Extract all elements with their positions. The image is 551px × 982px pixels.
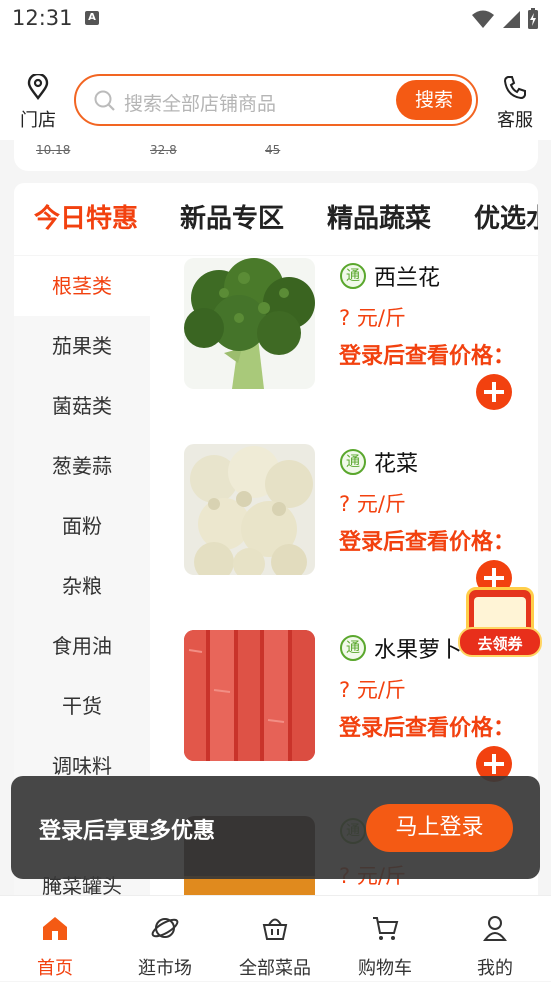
previous-price-strip: 10.18 32.8 45 <box>14 138 538 171</box>
battery-icon <box>528 8 538 29</box>
login-to-view-price[interactable]: 登录后查看价格： <box>339 524 515 556</box>
coupon-paper-icon <box>474 597 526 631</box>
category-item-flour[interactable]: 面粉 <box>14 496 150 556</box>
nav-home[interactable]: 首页 <box>0 896 110 982</box>
product-name[interactable]: 通水果萝卜 <box>340 632 462 664</box>
old-price: 45 <box>265 143 281 157</box>
login-now-button[interactable]: 马上登录 <box>366 804 513 852</box>
product-name-text: 水果萝卜 <box>374 638 463 663</box>
category-item-onion-ginger-garlic[interactable]: 葱姜蒜 <box>14 436 150 496</box>
tab-selected[interactable]: 优选水 <box>474 198 538 235</box>
login-to-view-price[interactable]: 登录后查看价格： <box>339 338 515 370</box>
cart-icon <box>373 917 399 940</box>
coupon-float-button[interactable]: 去领券 <box>458 583 542 673</box>
search-placeholder[interactable]: 搜索全部店铺商品 <box>124 89 276 116</box>
service-label: 客服 <box>497 110 533 131</box>
product-name[interactable]: 通西兰花 <box>340 260 440 292</box>
category-item-grains[interactable]: 杂粮 <box>14 556 150 616</box>
toast-message: 登录后享更多优惠 <box>39 819 216 844</box>
header: 门店 搜索全部店铺商品 搜索 客服 <box>0 40 551 140</box>
login-toast: 登录后享更多优惠 马上登录 <box>11 776 540 879</box>
old-price: 10.18 <box>36 143 71 157</box>
basket-icon <box>262 918 288 940</box>
product-card[interactable]: 通西兰花 ? 元/斤 登录后查看价格： <box>150 256 538 442</box>
add-to-cart-button[interactable] <box>476 374 512 410</box>
tab-today-deals[interactable]: 今日特惠 <box>34 198 138 235</box>
product-name-text: 西兰花 <box>374 266 441 291</box>
search-icon <box>94 90 115 111</box>
nav-label: 首页 <box>37 958 73 979</box>
nav-cart[interactable]: 购物车 <box>330 896 440 982</box>
nav-label: 全部菜品 <box>239 958 311 979</box>
nav-all-dishes[interactable]: 全部菜品 <box>220 896 330 982</box>
location-pin-icon <box>27 72 49 100</box>
store-button[interactable]: 门店 <box>18 72 58 132</box>
category-item-roots[interactable]: 根茎类 <box>14 256 150 316</box>
status-bar: 12:31 A <box>0 0 551 40</box>
coupon-label: 去领券 <box>458 627 542 657</box>
wifi-icon <box>472 10 494 28</box>
product-price: ? 元/斤 <box>339 492 406 516</box>
nav-label: 购物车 <box>358 958 412 979</box>
section-tabs: 今日特惠 新品专区 精品蔬菜 优选水 <box>14 183 538 255</box>
product-name-text: 花菜 <box>374 452 419 477</box>
category-item-oil[interactable]: 食用油 <box>14 616 150 676</box>
tong-badge-icon: 通 <box>340 263 366 289</box>
store-label: 门店 <box>20 110 56 131</box>
home-icon <box>43 917 67 940</box>
notification-a-icon: A <box>85 11 99 25</box>
product-name[interactable]: 通花菜 <box>340 446 418 478</box>
login-to-view-price[interactable]: 登录后查看价格： <box>339 710 515 742</box>
search-bar[interactable]: 搜索全部店铺商品 搜索 <box>74 74 478 126</box>
nav-profile[interactable]: 我的 <box>440 896 550 982</box>
cauliflower-image[interactable] <box>184 444 315 575</box>
search-button[interactable]: 搜索 <box>396 80 472 120</box>
tab-new-products[interactable]: 新品专区 <box>180 198 284 235</box>
carrot-image[interactable] <box>184 630 315 761</box>
nav-label: 逛市场 <box>138 958 192 979</box>
nav-market[interactable]: 逛市场 <box>110 896 220 982</box>
bottom-nav: 首页 逛市场 全部菜品 购物车 我的 <box>0 895 551 981</box>
product-price: ? 元/斤 <box>339 678 406 702</box>
product-price: ? 元/斤 <box>339 306 406 330</box>
category-item-fruit-veg[interactable]: 茄果类 <box>14 316 150 376</box>
old-price: 32.8 <box>150 143 177 157</box>
tong-badge-icon: 通 <box>340 635 366 661</box>
status-time: 12:31 <box>12 6 73 30</box>
nav-label: 我的 <box>477 958 513 979</box>
user-icon <box>483 916 507 941</box>
category-item-dry-goods[interactable]: 干货 <box>14 676 150 736</box>
system-icons <box>471 8 539 30</box>
planet-icon <box>151 918 179 938</box>
tab-premium-vegetables[interactable]: 精品蔬菜 <box>327 198 431 235</box>
broccoli-image[interactable] <box>184 258 315 389</box>
category-item-mushrooms[interactable]: 菌菇类 <box>14 376 150 436</box>
signal-icon <box>503 11 520 28</box>
customer-service-button[interactable]: 客服 <box>493 74 537 132</box>
tong-badge-icon: 通 <box>340 449 366 475</box>
phone-icon <box>503 76 526 100</box>
